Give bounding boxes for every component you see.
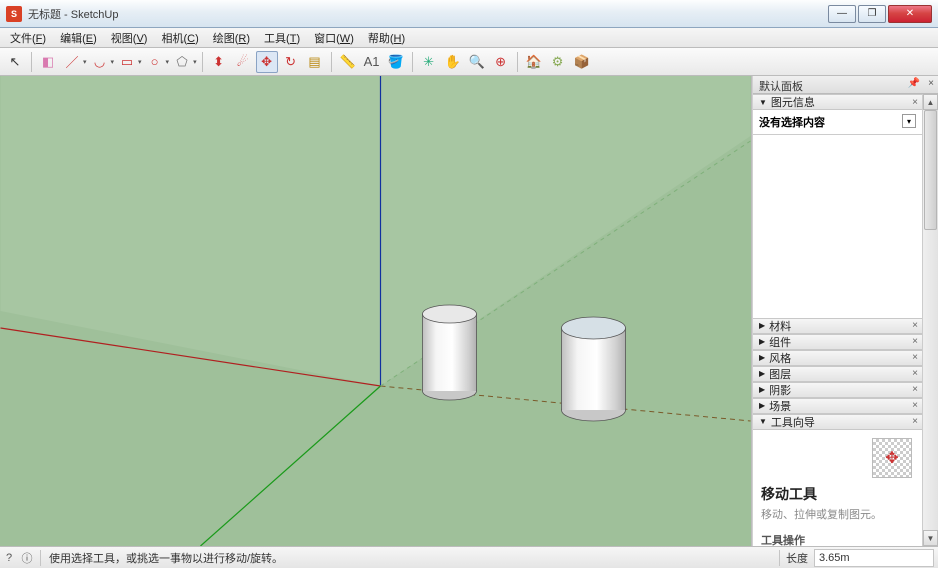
- caret-icon: ▼: [759, 417, 767, 426]
- rectangle-tool[interactable]: ▭: [116, 51, 138, 73]
- panel-2[interactable]: ▶组件×: [753, 334, 922, 350]
- rotate-tool[interactable]: ↻: [280, 51, 302, 73]
- pan-tool[interactable]: ✋: [442, 51, 464, 73]
- panel-1[interactable]: ▶材料×: [753, 318, 922, 334]
- pushpull-tool[interactable]: ⬍: [208, 51, 230, 73]
- status-help-icon[interactable]: ?: [0, 552, 18, 564]
- entity-info-spacer: [753, 135, 922, 318]
- tape-tool[interactable]: 📏: [337, 51, 359, 73]
- menubar: 文件(F)编辑(E)视图(V)相机(C)绘图(R)工具(T)窗口(W)帮助(H): [0, 28, 938, 48]
- menu-e[interactable]: 编辑(E): [54, 28, 103, 48]
- zoom-extents-tool[interactable]: ⊕: [490, 51, 512, 73]
- scroll-up-button[interactable]: ▲: [923, 94, 938, 110]
- maximize-button[interactable]: ❐: [858, 5, 886, 23]
- cylinder-1: [423, 305, 477, 400]
- titlebar: S 无标题 - SketchUp — ❐ ✕: [0, 0, 938, 28]
- panel-5[interactable]: ▶阴影×: [753, 382, 922, 398]
- measure-label: 长度: [779, 550, 814, 566]
- panel-close-icon[interactable]: ×: [912, 384, 918, 395]
- menu-r[interactable]: 绘图(R): [207, 28, 256, 48]
- menu-w[interactable]: 窗口(W): [308, 28, 360, 48]
- instructor-body: ✥移动工具移动、拉伸或复制图元。工具操作1.点击图元，或者用选择工具预先选择多个…: [753, 430, 922, 547]
- entity-info-body: 没有选择内容 ▾: [753, 110, 922, 135]
- pin-icon[interactable]: 📌: [908, 78, 920, 89]
- rectangle-tool-dropdown[interactable]: ▾: [138, 58, 142, 66]
- status-bar: ? ⓘ 使用选择工具，或挑选一事物以进行移动/旋转。 长度 3.65m: [0, 546, 938, 568]
- caret-icon: ▶: [759, 385, 765, 394]
- offset-tool[interactable]: ☄: [232, 51, 254, 73]
- toolbar-separator: [517, 52, 518, 72]
- caret-icon: ▶: [759, 321, 765, 330]
- panel-close-icon[interactable]: ×: [912, 400, 918, 411]
- menu-v[interactable]: 视图(V): [105, 28, 154, 48]
- instructor-subtitle: 移动、拉伸或复制图元。: [761, 506, 914, 522]
- cylinder-2: [562, 317, 626, 421]
- arc-tool-dropdown[interactable]: ▾: [111, 58, 115, 66]
- window-title: 无标题 - SketchUp: [28, 6, 826, 22]
- panel-4[interactable]: ▶图层×: [753, 366, 922, 382]
- panel-7[interactable]: ▼工具向导×: [753, 414, 922, 430]
- panel-close-icon[interactable]: ×: [912, 97, 918, 108]
- menu-f[interactable]: 文件(F): [4, 28, 52, 48]
- scroll-thumb[interactable]: [924, 110, 937, 230]
- line-tool-dropdown[interactable]: ▾: [83, 58, 87, 66]
- select-tool[interactable]: ↖: [4, 51, 26, 73]
- tray-title: 默认面板: [759, 81, 803, 93]
- menu-c[interactable]: 相机(C): [155, 28, 204, 48]
- panel-close-icon[interactable]: ×: [912, 416, 918, 427]
- panel-3[interactable]: ▶风格×: [753, 350, 922, 366]
- caret-icon: ▼: [759, 98, 767, 107]
- instructor-title: 移动工具: [761, 484, 914, 504]
- orbit-tool[interactable]: ✳: [418, 51, 440, 73]
- tray-close-icon[interactable]: ×: [928, 78, 934, 89]
- entity-info-text: 没有选择内容: [759, 114, 825, 130]
- polygon-tool-dropdown[interactable]: ▾: [193, 58, 197, 66]
- panel-0[interactable]: ▼图元信息×: [753, 94, 922, 110]
- panel-close-icon[interactable]: ×: [912, 352, 918, 363]
- eraser-tool[interactable]: ◧: [37, 51, 59, 73]
- zoom-tool[interactable]: 🔍: [466, 51, 488, 73]
- toolbar-separator: [331, 52, 332, 72]
- viewport[interactable]: [0, 76, 752, 546]
- status-info-icon[interactable]: ⓘ: [18, 550, 36, 566]
- menu-h[interactable]: 帮助(H): [362, 28, 411, 48]
- circle-tool[interactable]: ○: [144, 51, 166, 73]
- caret-icon: ▶: [759, 353, 765, 362]
- entity-config-icon[interactable]: ▾: [902, 114, 916, 128]
- scroll-down-button[interactable]: ▼: [923, 530, 938, 546]
- scale-tool[interactable]: ▤: [304, 51, 326, 73]
- caret-icon: ▶: [759, 369, 765, 378]
- caret-icon: ▶: [759, 401, 765, 410]
- panel-6[interactable]: ▶场景×: [753, 398, 922, 414]
- app-icon: S: [6, 6, 22, 22]
- move-tool[interactable]: ✥: [256, 51, 278, 73]
- close-button[interactable]: ✕: [888, 5, 932, 23]
- panel-close-icon[interactable]: ×: [912, 368, 918, 379]
- panel-close-icon[interactable]: ×: [912, 336, 918, 347]
- side-tray: 默认面板 📌 × ▼图元信息× 没有选择内容 ▾ ▶材料×▶组件×▶风格×▶图层×▶阴…: [752, 76, 938, 546]
- text-tool[interactable]: A1: [361, 51, 383, 73]
- extension-tool[interactable]: ⚙: [547, 51, 569, 73]
- panel-close-icon[interactable]: ×: [912, 320, 918, 331]
- caret-icon: ▶: [759, 337, 765, 346]
- instructor-op-header: 工具操作: [761, 532, 914, 547]
- instructor-preview-icon: ✥: [872, 438, 912, 478]
- tray-header[interactable]: 默认面板 📌 ×: [753, 76, 938, 94]
- minimize-button[interactable]: —: [828, 5, 856, 23]
- tray-scrollbar[interactable]: ▲ ▼: [922, 94, 938, 546]
- toolbar-separator: [202, 52, 203, 72]
- line-tool[interactable]: ／: [61, 51, 83, 73]
- location-tool[interactable]: 📦: [571, 51, 593, 73]
- arc-tool[interactable]: ◡: [89, 51, 111, 73]
- status-hint: 使用选择工具，或挑选一事物以进行移动/旋转。: [45, 550, 779, 566]
- measure-value: 3.65m: [814, 549, 934, 567]
- toolbar-separator: [31, 52, 32, 72]
- paint-tool[interactable]: 🪣: [385, 51, 407, 73]
- toolbar: ↖◧／▾◡▾▭▾○▾⬠▾⬍☄✥↻▤📏A1🪣✳✋🔍⊕🏠⚙📦: [0, 48, 938, 76]
- warehouse-tool[interactable]: 🏠: [523, 51, 545, 73]
- polygon-tool[interactable]: ⬠: [171, 51, 193, 73]
- toolbar-separator: [412, 52, 413, 72]
- menu-t[interactable]: 工具(T): [258, 28, 306, 48]
- circle-tool-dropdown[interactable]: ▾: [166, 58, 170, 66]
